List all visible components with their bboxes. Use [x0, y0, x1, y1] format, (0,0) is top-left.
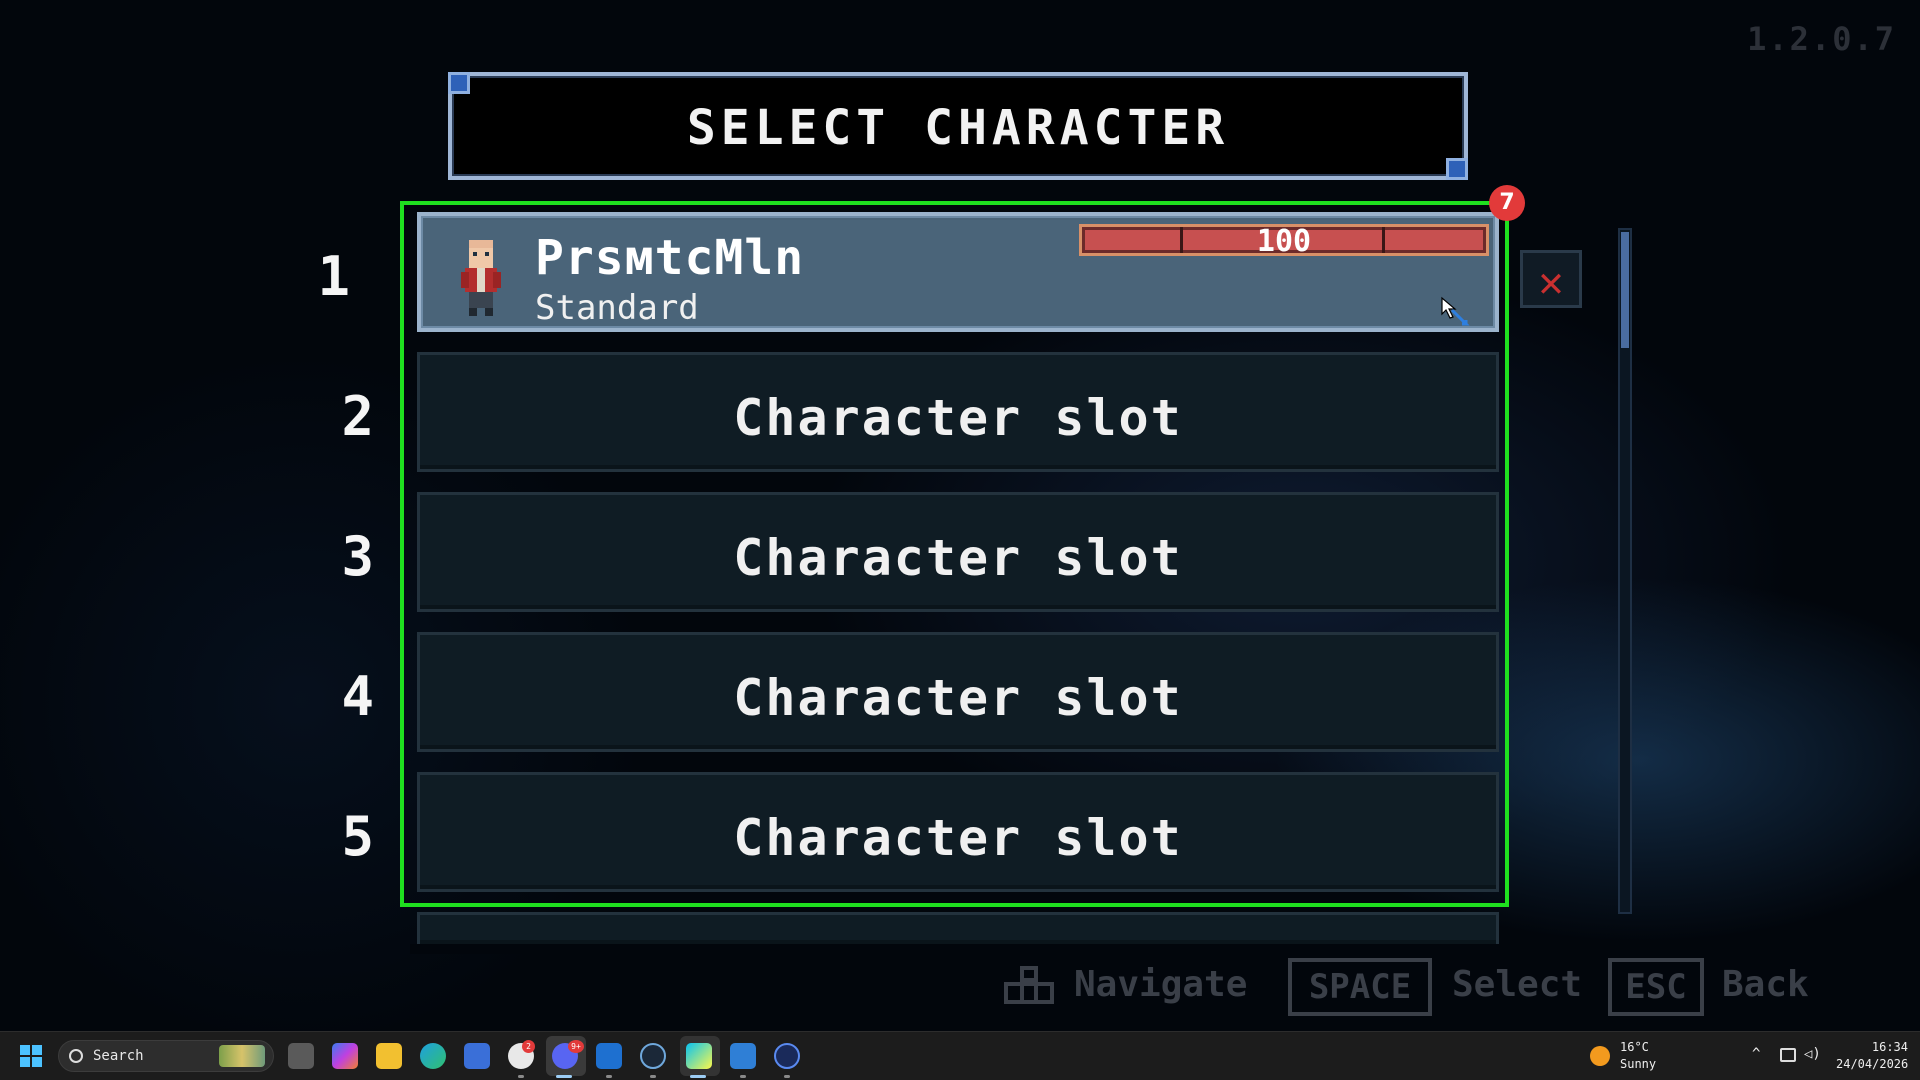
character-slot-3[interactable]: Character slot [417, 492, 1499, 612]
character-slot-4[interactable]: Character slot [417, 632, 1499, 752]
back-hint: Back [1722, 964, 1809, 1005]
character-slot-5[interactable]: Character slot [417, 772, 1499, 892]
mail-icon[interactable] [596, 1043, 622, 1069]
clock-date[interactable]: 24/04/2026 [1836, 1057, 1908, 1071]
taskbar-search[interactable]: Search [58, 1040, 274, 1072]
empty-slot-label: Character slot [733, 389, 1183, 447]
copilot-icon[interactable] [332, 1043, 358, 1069]
corner-ornament [448, 72, 470, 94]
slot-number-2: 2 [341, 385, 374, 448]
running-indicator [518, 1075, 524, 1078]
empty-slot-label: Character slot [733, 809, 1183, 867]
select-hint: Select [1452, 964, 1583, 1005]
file-explorer-icon[interactable] [376, 1043, 402, 1069]
character-slot-6-partial[interactable] [417, 912, 1499, 944]
webstorm-icon[interactable] [686, 1043, 712, 1069]
running-indicator [784, 1075, 790, 1078]
dpad-icon [1004, 966, 1054, 1004]
space-key: SPACE [1288, 958, 1432, 1016]
search-highlight-image [219, 1045, 265, 1067]
mouse-cursor-icon [1441, 296, 1470, 326]
search-icon [69, 1049, 83, 1063]
clock-time[interactable]: 16:34 [1848, 1040, 1908, 1054]
running-indicator [740, 1075, 746, 1078]
character-slot-2[interactable]: Character slot [417, 352, 1499, 472]
weather-sun-icon[interactable] [1590, 1046, 1610, 1066]
title-panel: SELECT CHARACTER [448, 72, 1468, 180]
close-icon: ✕ [1538, 257, 1564, 306]
weather-description: Sunny [1620, 1057, 1657, 1071]
slot-number-3: 3 [341, 525, 374, 588]
slack-badge: 2 [522, 1040, 535, 1053]
discord-badge: 9+ [568, 1040, 584, 1053]
store-icon[interactable] [464, 1043, 490, 1069]
health-value: 100 [1256, 224, 1312, 259]
character-slot-1[interactable]: PrsмtcMln Standard 100 [417, 212, 1499, 332]
list-clip-mask [410, 944, 1510, 954]
tray-overflow-chevron-icon[interactable]: ^ [1752, 1046, 1760, 1062]
running-indicator [650, 1075, 656, 1078]
task-view-icon[interactable] [288, 1043, 314, 1069]
character-type: Standard [535, 288, 699, 328]
windows-start-icon[interactable] [20, 1045, 42, 1067]
notepad-icon[interactable] [730, 1043, 756, 1069]
network-icon[interactable] [1780, 1048, 1796, 1062]
running-indicator [606, 1075, 612, 1078]
health-bar: 100 [1079, 224, 1489, 259]
slot-number-1: 1 [317, 245, 350, 308]
character-name: PrsмtcMln [535, 230, 805, 286]
search-placeholder: Search [93, 1048, 144, 1064]
empty-slot-label: Character slot [733, 669, 1183, 727]
page-title: SELECT CHARACTER [686, 100, 1230, 156]
notification-badge: 7 [1489, 185, 1525, 221]
slot-list-scrollbar[interactable] [1618, 228, 1632, 914]
active-indicator [690, 1075, 706, 1078]
edge-icon[interactable] [420, 1043, 446, 1069]
version-label: 1.2.0.7 [1747, 20, 1896, 58]
corner-ornament [1446, 158, 1468, 180]
weather-temperature: 16°C [1620, 1040, 1649, 1054]
empty-slot-label: Character slot [733, 529, 1183, 587]
delete-character-button[interactable]: ✕ [1520, 250, 1582, 308]
scrollbar-thumb[interactable] [1621, 232, 1629, 348]
slot-number-5: 5 [341, 805, 374, 868]
navigate-hint: Navigate [1074, 964, 1248, 1005]
game-app-icon[interactable] [774, 1043, 800, 1069]
volume-icon[interactable]: ◁) [1804, 1046, 1821, 1062]
esc-key: ESC [1608, 958, 1704, 1016]
steam-icon[interactable] [640, 1043, 666, 1069]
character-avatar [461, 240, 501, 316]
active-indicator [556, 1075, 572, 1078]
slot-number-4: 4 [341, 665, 374, 728]
